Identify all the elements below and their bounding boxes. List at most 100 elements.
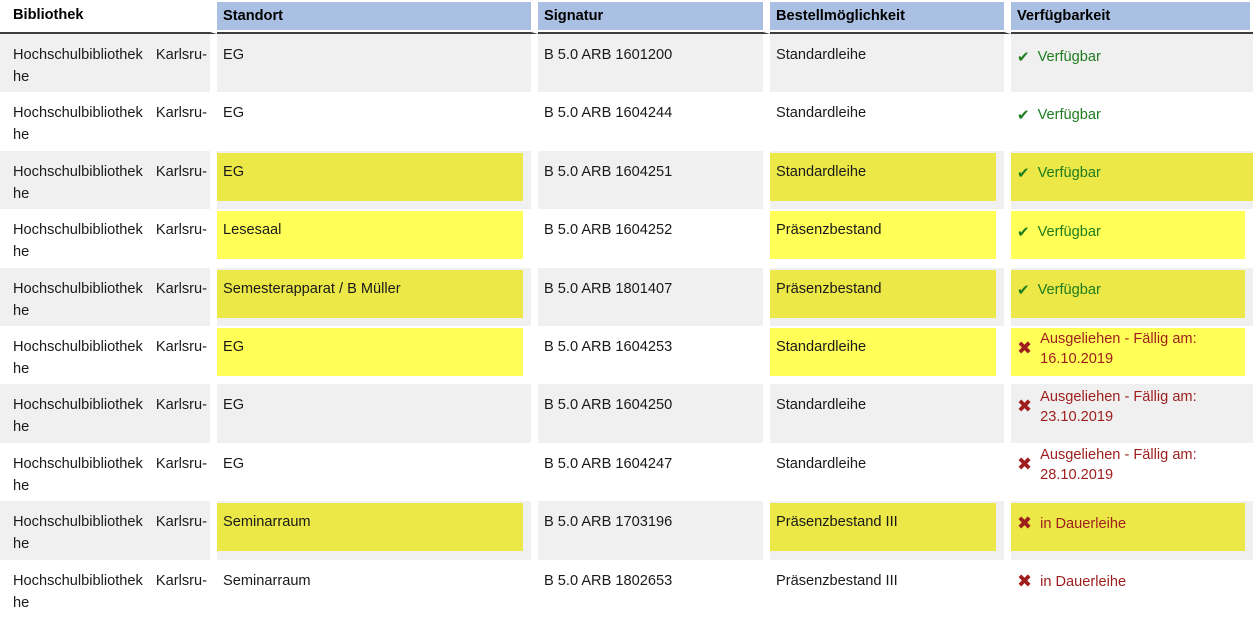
cell-library: Hochschulbibliothek Karlsru­he [0,92,217,150]
location-text: Seminarraum [223,514,311,530]
table-row: Hochschulbibliothek Karlsru­he EG B 5.0 AR… [0,443,1253,501]
signature-text: B 5.0 ARB 1601200 [544,47,672,63]
cell-location: Seminarraum [217,501,538,559]
order-type-text: Präsenzbestand III [776,573,898,589]
cell-order: Standardleihe [770,92,1011,150]
library-name: Hochschulbibliothek Karlsru­he [13,339,207,377]
cell-library: Hochschulbibliothek Karlsru­he [0,268,217,326]
order-type-text: Präsenzbestand III [776,514,898,530]
cross-icon: ✖ [1017,397,1032,417]
table-row: Hochschulbibliothek Karlsru­he Seminarrau… [0,560,1253,618]
table-row: Hochschulbibliothek Karlsru­he Seminarrau… [0,501,1253,559]
library-name: Hochschulbibliothek Karlsru­he [13,573,207,611]
availability-text: Verfügbar [1038,47,1101,67]
cell-availability: ✔Verfügbar [1011,209,1253,267]
cell-availability: ✖ Ausgeliehen - Fällig am: 16.10.2019 [1011,326,1253,384]
column-header-order: Bestellmöglichkeit [770,0,1011,34]
order-type-text: Präsenzbestand [776,281,881,297]
table-header: BibliothekStandortSignaturBestellmöglich… [0,0,1253,34]
cell-availability: ✔ Verfügbar [1011,92,1253,150]
availability-text: Verfügbar [1038,163,1101,183]
order-type-text: Standardleihe [776,164,866,180]
cell-signature: B 5.0 ARB 1703196 [538,501,770,559]
signature-text: B 5.0 ARB 1604247 [544,456,672,472]
signature-text: B 5.0 ARB 1604250 [544,397,672,413]
library-name: Hochschulbibliothek Karlsru­he [13,47,207,85]
cell-signature: B 5.0 ARB 1802653 [538,560,770,618]
cell-location: EG [217,151,538,209]
table-row: Hochschulbibliothek Karlsru­he Semesterap… [0,268,1253,326]
availability-text: in Dauerleihe [1040,514,1126,534]
availability-text: Verfügbar [1038,222,1101,242]
location-text: EG [223,456,244,472]
cell-availability: ✖Ausgeliehen - Fällig am: 28.10.2019 [1011,443,1253,501]
cell-location: EG [217,384,538,442]
table-row: Hochschulbibliothek Karlsru­he EG B 5.0 AR… [0,34,1253,92]
cell-availability: ✖ Ausgeliehen - Fällig am: 23.10.2019 [1011,384,1253,442]
cell-location: EG [217,92,538,150]
location-text: Semesterapparat / B Müller [223,281,401,297]
cell-signature: B 5.0 ARB 1604252 [538,209,770,267]
cell-library: Hochschulbibliothek Karlsru­he [0,34,217,92]
cell-availability: ✔Verfügbar [1011,34,1253,92]
cell-location: Semesterapparat / B Müller [217,268,538,326]
cell-location: Lesesaal [217,209,538,267]
cell-signature: B 5.0 ARB 1604247 [538,443,770,501]
cell-order: Präsenzbestand [770,268,1011,326]
cell-library: Hochschulbibliothek Karlsru­he [0,443,217,501]
cross-icon: ✖ [1017,339,1032,359]
check-icon: ✔ [1017,105,1030,125]
check-icon: ✔ [1017,280,1030,300]
cell-library: Hochschulbibliothek Karlsru­he [0,560,217,618]
cell-availability: ✖in Dauerleihe [1011,560,1253,618]
column-header-location: Standort [217,0,538,34]
signature-text: B 5.0 ARB 1802653 [544,573,672,589]
cell-order: Standardleihe [770,326,1011,384]
column-header-signature: Signatur [538,0,770,34]
cell-library: Hochschulbibliothek Karlsru­he [0,209,217,267]
column-header-label: Standort [217,2,531,30]
library-name: Hochschulbibliothek Karlsru­he [13,397,207,435]
location-text: Lesesaal [223,222,281,238]
order-type-text: Standardleihe [776,47,866,63]
library-name: Hochschulbibliothek Karlsru­he [13,456,207,494]
library-name: Hochschulbibliothek Karlsru­he [13,105,207,143]
table-row: Hochschulbibliothek Karlsru­he EG B 5.0 AR… [0,384,1253,442]
table-body: Hochschulbibliothek Karlsru­heEGB 5.0 AR… [0,34,1253,618]
cell-availability: ✖ in Dauerleihe [1011,501,1253,559]
cell-order: Standardleihe [770,443,1011,501]
cell-library: Hochschulbibliothek Karlsru­he [0,384,217,442]
location-text: EG [223,164,244,180]
cell-library: Hochschulbibliothek Karlsru­he [0,151,217,209]
signature-text: B 5.0 ARB 1604244 [544,105,672,121]
library-name: Hochschulbibliothek Karlsru­he [13,164,207,202]
availability-table: BibliothekStandortSignaturBestellmöglich… [0,0,1253,618]
signature-text: B 5.0 ARB 1604251 [544,164,672,180]
availability-text: Ausgeliehen - Fällig am: 28.10.2019 [1040,445,1243,485]
cell-signature: B 5.0 ARB 1604244 [538,92,770,150]
cell-location: EG [217,34,538,92]
cell-signature: B 5.0 ARB 1604251 [538,151,770,209]
cell-availability: ✔Verfügbar [1011,151,1253,209]
signature-text: B 5.0 ARB 1604252 [544,222,672,238]
location-text: EG [223,47,244,63]
cell-location: EG [217,443,538,501]
cell-library: Hochschulbibliothek Karlsru­he [0,326,217,384]
cross-icon: ✖ [1017,514,1032,534]
availability-text: in Dauerleihe [1040,572,1126,592]
order-type-text: Standardleihe [776,397,866,413]
column-header-label: Bibliothek [0,0,210,31]
availability-text: Ausgeliehen - Fällig am: 16.10.2019 [1040,329,1243,369]
order-type-text: Präsenzbestand [776,222,881,238]
cell-order: Standardleihe [770,151,1011,209]
column-header-availability: Verfügbarkeit [1011,0,1253,34]
library-name: Hochschulbibliothek Karlsru­he [13,514,207,552]
availability-text: Verfügbar [1038,280,1101,300]
signature-text: B 5.0 ARB 1604253 [544,339,672,355]
cell-order: Standardleihe [770,34,1011,92]
availability-text: Ausgeliehen - Fällig am: 23.10.2019 [1040,387,1243,427]
cell-location: Seminarraum [217,560,538,618]
availability-text: Verfügbar [1038,105,1101,125]
cell-signature: B 5.0 ARB 1601200 [538,34,770,92]
cell-order: Präsenzbestand III [770,560,1011,618]
